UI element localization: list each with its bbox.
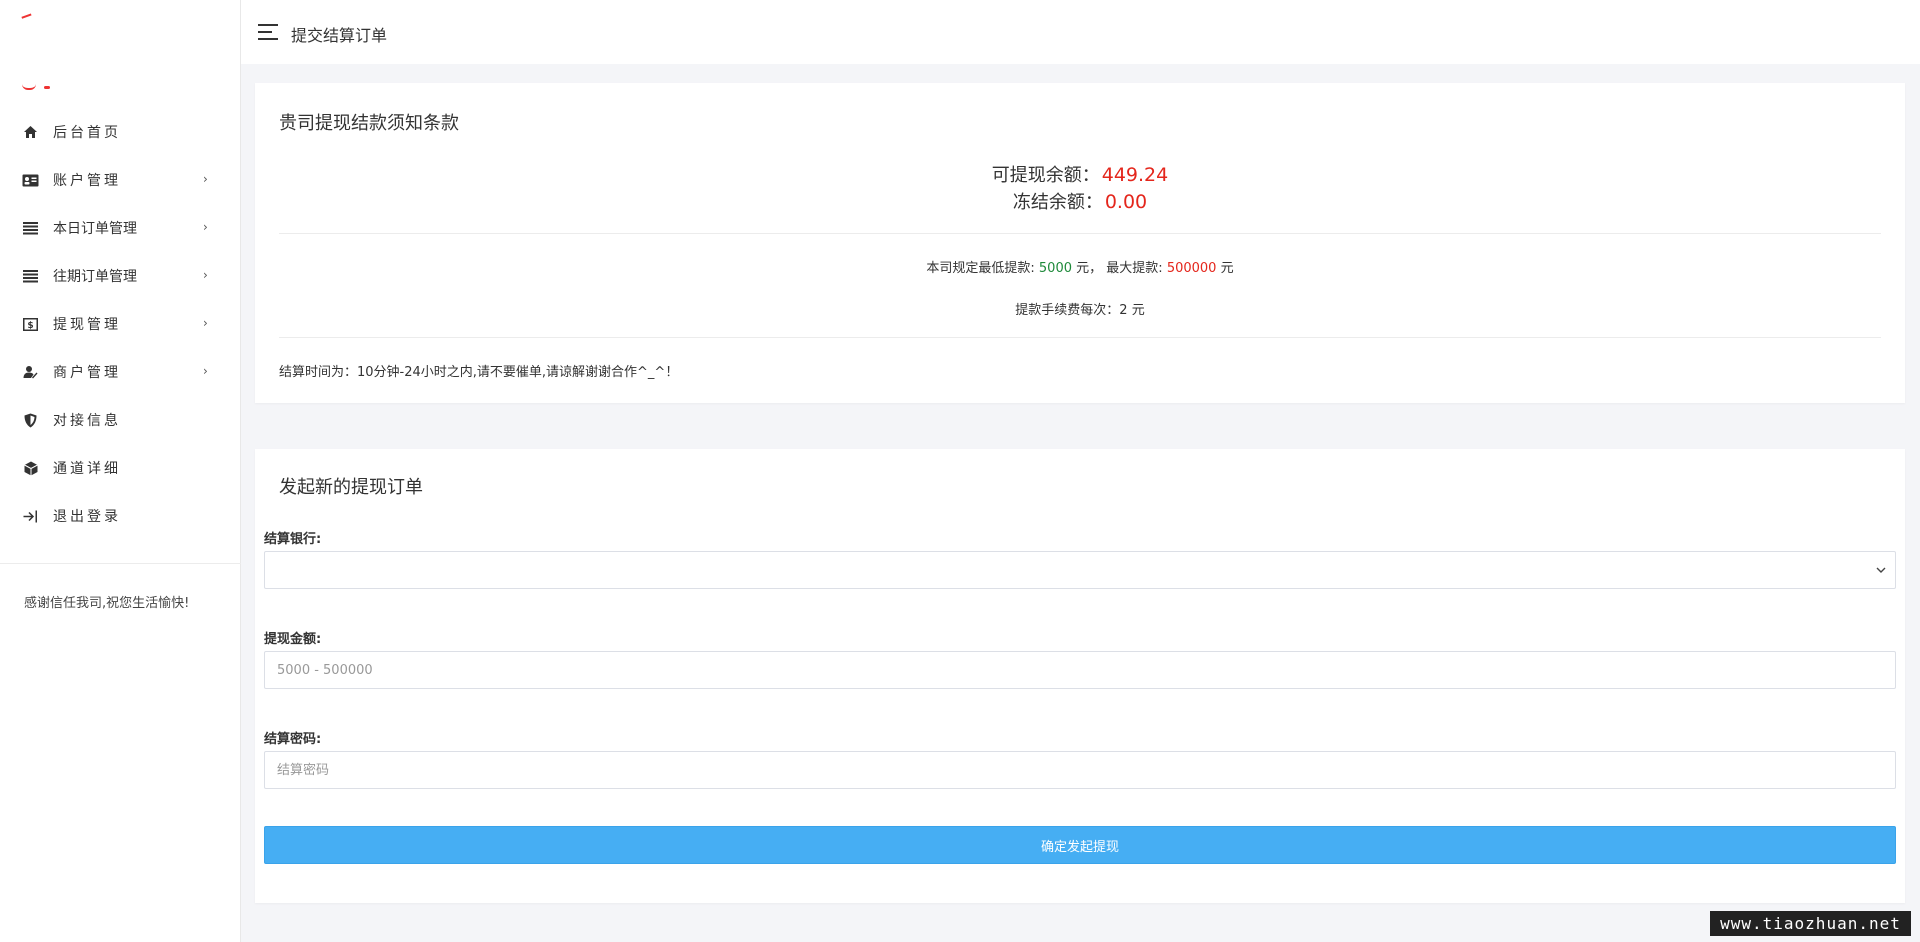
withdrawable-label: 可提现余额： <box>991 165 1100 186</box>
sidebar-item-dashboard[interactable]: 后台首页 <box>0 108 241 156</box>
sidebar-item-label: 退出登录 <box>53 509 121 525</box>
withdraw-limits: 本司规定最低提款: 5000 元， 最大提款: 500000 元 <box>255 257 1905 276</box>
sidebar-item-today-orders[interactable]: 本日订单管理 › <box>0 204 241 252</box>
submit-withdraw-button[interactable]: 确定发起提现 <box>264 826 1896 864</box>
sidebar: 后台首页 账户管理 › 本日订单管理 › 往期订单管理 › $ 提现管理 › 商… <box>0 0 241 942</box>
unit-text: 元， <box>1076 261 1103 276</box>
chevron-right-icon: › <box>203 220 208 234</box>
withdrawable-balance: 可提现余额： 449.24 <box>255 161 1905 187</box>
logo[interactable] <box>0 0 241 105</box>
settlement-time-note: 结算时间为：10分钟-24小时之内,请不要催单,请谅解谢谢合作^_^！ <box>279 365 679 380</box>
terms-card: 贵司提现结款须知条款 可提现余额： 449.24 冻结余额： 0.00 本司规定最低… <box>255 83 1905 403</box>
sidebar-item-label: 通道详细 <box>53 461 121 477</box>
top-bar: 提交结算订单 <box>241 0 1920 64</box>
watermark: www.tiaozhuan.net <box>1710 911 1911 936</box>
withdrawable-value: 449.24 <box>1101 164 1169 186</box>
withdraw-form-card: 发起新的提现订单 结算银行: 提现金额: 结算密码: 确定发起提现 <box>255 449 1905 903</box>
sidebar-item-label: 往期订单管理 <box>53 269 137 285</box>
sidebar-item-logout[interactable]: 退出登录 <box>0 492 241 540</box>
chevron-right-icon: › <box>203 172 208 186</box>
logo-mark <box>21 13 33 22</box>
sidebar-item-label: 账户管理 <box>53 173 121 189</box>
fee-text: 提款手续费每次：2 元 <box>1015 303 1145 318</box>
list-icon <box>22 268 39 285</box>
chevron-right-icon: › <box>203 364 208 378</box>
sidebar-item-past-orders[interactable]: 往期订单管理 › <box>0 252 241 300</box>
bank-select[interactable] <box>264 551 1896 589</box>
chevron-right-icon: › <box>203 268 208 282</box>
page-title: 提交结算订单 <box>291 26 388 45</box>
bank-label: 结算银行: <box>264 532 322 547</box>
sidebar-item-label: 提现管理 <box>53 317 121 333</box>
max-label: 最大提款: <box>1106 261 1163 276</box>
divider <box>279 337 1881 338</box>
id-card-icon <box>22 172 39 189</box>
sidebar-item-label: 后台首页 <box>53 125 121 141</box>
settlement-password-input[interactable] <box>264 751 1896 789</box>
sidebar-item-label: 商户管理 <box>53 365 121 381</box>
sidebar-divider <box>0 563 241 564</box>
logo-mark <box>44 86 50 89</box>
divider <box>279 233 1881 234</box>
user-icon <box>22 364 39 381</box>
sidebar-footer-text: 感谢信任我司,祝您生活愉快! <box>24 596 190 611</box>
home-icon <box>22 124 39 141</box>
amount-label: 提现金额: <box>264 632 322 647</box>
logout-icon <box>22 508 39 525</box>
sidebar-nav: 后台首页 账户管理 › 本日订单管理 › 往期订单管理 › $ 提现管理 › 商… <box>0 108 241 540</box>
form-title: 发起新的提现订单 <box>279 477 423 498</box>
sidebar-item-account[interactable]: 账户管理 › <box>0 156 241 204</box>
frozen-value: 0.00 <box>1104 191 1148 213</box>
unit-text: 元 <box>1220 261 1234 276</box>
menu-toggle-icon[interactable] <box>258 24 278 40</box>
list-icon <box>22 220 39 237</box>
max-value: 500000 <box>1166 261 1217 276</box>
chevron-down-icon <box>1876 562 1886 576</box>
svg-text:$: $ <box>27 321 33 331</box>
min-label: 本司规定最低提款: <box>926 261 1035 276</box>
frozen-balance: 冻结余额： 0.00 <box>255 188 1905 214</box>
cube-icon <box>22 460 39 477</box>
shield-icon <box>22 412 39 429</box>
min-value: 5000 <box>1038 261 1072 276</box>
password-label: 结算密码: <box>264 732 322 747</box>
sidebar-item-label: 本日订单管理 <box>53 221 137 237</box>
terms-title: 贵司提现结款须知条款 <box>279 113 459 134</box>
sidebar-item-label: 对接信息 <box>53 413 121 429</box>
sidebar-item-merchant[interactable]: 商户管理 › <box>0 348 241 396</box>
dollar-icon: $ <box>22 316 39 333</box>
amount-input[interactable] <box>264 651 1896 689</box>
frozen-label: 冻结余额： <box>1012 192 1103 213</box>
chevron-right-icon: › <box>203 316 208 330</box>
logo-mark <box>22 84 36 90</box>
sidebar-item-withdraw[interactable]: $ 提现管理 › <box>0 300 241 348</box>
sidebar-item-integration[interactable]: 对接信息 <box>0 396 241 444</box>
sidebar-item-channels[interactable]: 通道详细 <box>0 444 241 492</box>
